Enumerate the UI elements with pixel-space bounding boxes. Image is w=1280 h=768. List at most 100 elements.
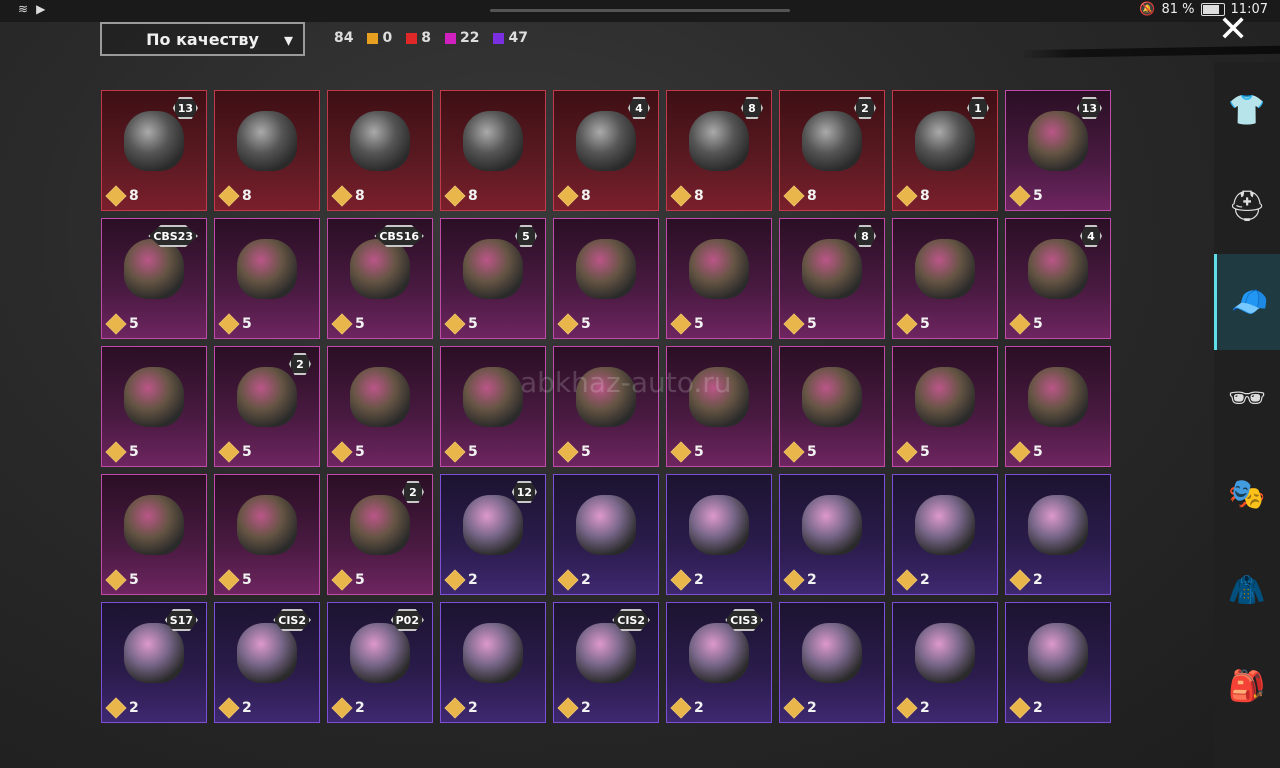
item-card[interactable]: 2: [892, 602, 998, 723]
item-image: [802, 495, 862, 555]
coin-icon: [218, 697, 240, 719]
item-card[interactable]: 2: [779, 474, 885, 595]
item-footer: 5: [783, 441, 817, 463]
item-footer: 2: [670, 697, 704, 719]
item-footer: 8: [444, 185, 478, 207]
total-count: 84: [334, 30, 354, 46]
backpack-icon[interactable]: 🎒: [1214, 638, 1280, 734]
item-card[interactable]: 5: [666, 218, 772, 339]
helmet-icon[interactable]: ⛑: [1214, 158, 1280, 254]
item-image: [463, 111, 523, 171]
count-orange: 0: [367, 30, 392, 46]
coin-icon: [218, 441, 240, 463]
item-image: [576, 239, 636, 299]
glasses-icon[interactable]: 🕶: [1214, 350, 1280, 446]
coin-icon: [670, 569, 692, 591]
item-card[interactable]: 5: [327, 346, 433, 467]
item-footer: 8: [105, 185, 139, 207]
item-image: [1028, 623, 1088, 683]
item-card[interactable]: 5: [1005, 346, 1111, 467]
status-left: ≋ ▶: [18, 2, 45, 16]
item-count: 5: [694, 444, 704, 460]
item-footer: 5: [444, 441, 478, 463]
red-square-icon: [406, 32, 418, 44]
item-card[interactable]: 2: [1005, 474, 1111, 595]
item-card[interactable]: 8: [214, 90, 320, 211]
sort-label: По качеству: [146, 29, 259, 49]
item-card[interactable]: 18: [892, 90, 998, 211]
item-count: 2: [920, 572, 930, 588]
item-card[interactable]: 13 8: [101, 90, 207, 211]
item-card[interactable]: 2: [892, 474, 998, 595]
item-card[interactable]: 8: [440, 90, 546, 211]
item-footer: 5: [1009, 313, 1043, 335]
item-card[interactable]: 25: [327, 474, 433, 595]
item-card[interactable]: 5: [101, 346, 207, 467]
item-card[interactable]: 85: [779, 218, 885, 339]
cap-icon[interactable]: 🧢: [1214, 254, 1280, 350]
item-card[interactable]: 5: [892, 346, 998, 467]
item-card[interactable]: S17 2: [101, 602, 207, 723]
item-image: [350, 239, 410, 299]
item-count: 5: [694, 316, 704, 332]
outfit-icon[interactable]: 👕: [1214, 62, 1280, 158]
coin-icon: [783, 185, 805, 207]
item-card[interactable]: 5: [214, 218, 320, 339]
item-footer: 8: [670, 185, 704, 207]
item-footer: 5: [1009, 185, 1043, 207]
coin-icon: [783, 313, 805, 335]
item-card[interactable]: 5: [779, 346, 885, 467]
item-card[interactable]: CBS16 5: [327, 218, 433, 339]
item-card[interactable]: 5: [214, 474, 320, 595]
item-card[interactable]: 55: [440, 218, 546, 339]
item-card[interactable]: 2: [779, 602, 885, 723]
item-image: [124, 111, 184, 171]
mask-icon[interactable]: 🎭: [1214, 446, 1280, 542]
item-card[interactable]: CIS2 2: [553, 602, 659, 723]
item-image: [915, 239, 975, 299]
jacket-icon[interactable]: 🧥: [1214, 542, 1280, 638]
item-card[interactable]: 2: [666, 474, 772, 595]
coin-icon: [444, 441, 466, 463]
item-card[interactable]: 5: [553, 346, 659, 467]
item-footer: 2: [896, 569, 930, 591]
coin-icon: [218, 185, 240, 207]
item-card[interactable]: 2: [440, 602, 546, 723]
item-card[interactable]: 5: [101, 474, 207, 595]
item-footer: 2: [444, 697, 478, 719]
item-image: [350, 367, 410, 427]
item-card[interactable]: 13 5: [1005, 90, 1111, 211]
item-card[interactable]: 28: [779, 90, 885, 211]
item-footer: 5: [105, 569, 139, 591]
item-image: [915, 111, 975, 171]
item-card[interactable]: 48: [553, 90, 659, 211]
coin-icon: [1009, 185, 1031, 207]
item-card[interactable]: 2: [553, 474, 659, 595]
item-card[interactable]: CIS3 2: [666, 602, 772, 723]
item-card[interactable]: 8: [327, 90, 433, 211]
item-card[interactable]: CIS2 2: [214, 602, 320, 723]
sort-dropdown[interactable]: По качеству ▾: [100, 22, 305, 56]
item-image: [802, 239, 862, 299]
item-card[interactable]: 5: [553, 218, 659, 339]
coin-icon: [896, 569, 918, 591]
item-footer: 5: [331, 441, 365, 463]
close-icon[interactable]: ✕: [1218, 12, 1248, 48]
item-card[interactable]: 5: [440, 346, 546, 467]
level-badge: 8: [854, 225, 876, 247]
item-card[interactable]: 5: [666, 346, 772, 467]
item-card[interactable]: 45: [1005, 218, 1111, 339]
item-card[interactable]: CBS23 5: [101, 218, 207, 339]
item-image: [237, 239, 297, 299]
item-card[interactable]: 12 2: [440, 474, 546, 595]
item-footer: 2: [1009, 569, 1043, 591]
item-card[interactable]: 2: [1005, 602, 1111, 723]
item-card[interactable]: 88: [666, 90, 772, 211]
item-card[interactable]: 5: [892, 218, 998, 339]
item-card[interactable]: 25: [214, 346, 320, 467]
item-card[interactable]: P02 2: [327, 602, 433, 723]
item-image: [802, 367, 862, 427]
coin-icon: [670, 185, 692, 207]
item-count: 2: [1033, 572, 1043, 588]
item-footer: 2: [783, 697, 817, 719]
